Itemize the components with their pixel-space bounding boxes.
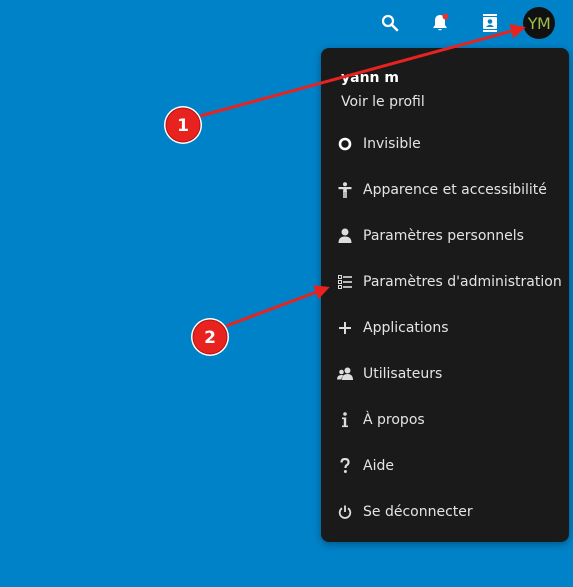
annotation-layer: 1 2 <box>164 23 526 356</box>
badge-label: 2 <box>204 328 216 348</box>
annotation-arrow-1 <box>199 23 526 118</box>
annotation-arrow-2 <box>225 285 330 328</box>
badge-label: 1 <box>177 116 189 136</box>
annotation-badge-1: 1 <box>164 106 202 144</box>
annotation-badge-2: 2 <box>191 318 229 356</box>
